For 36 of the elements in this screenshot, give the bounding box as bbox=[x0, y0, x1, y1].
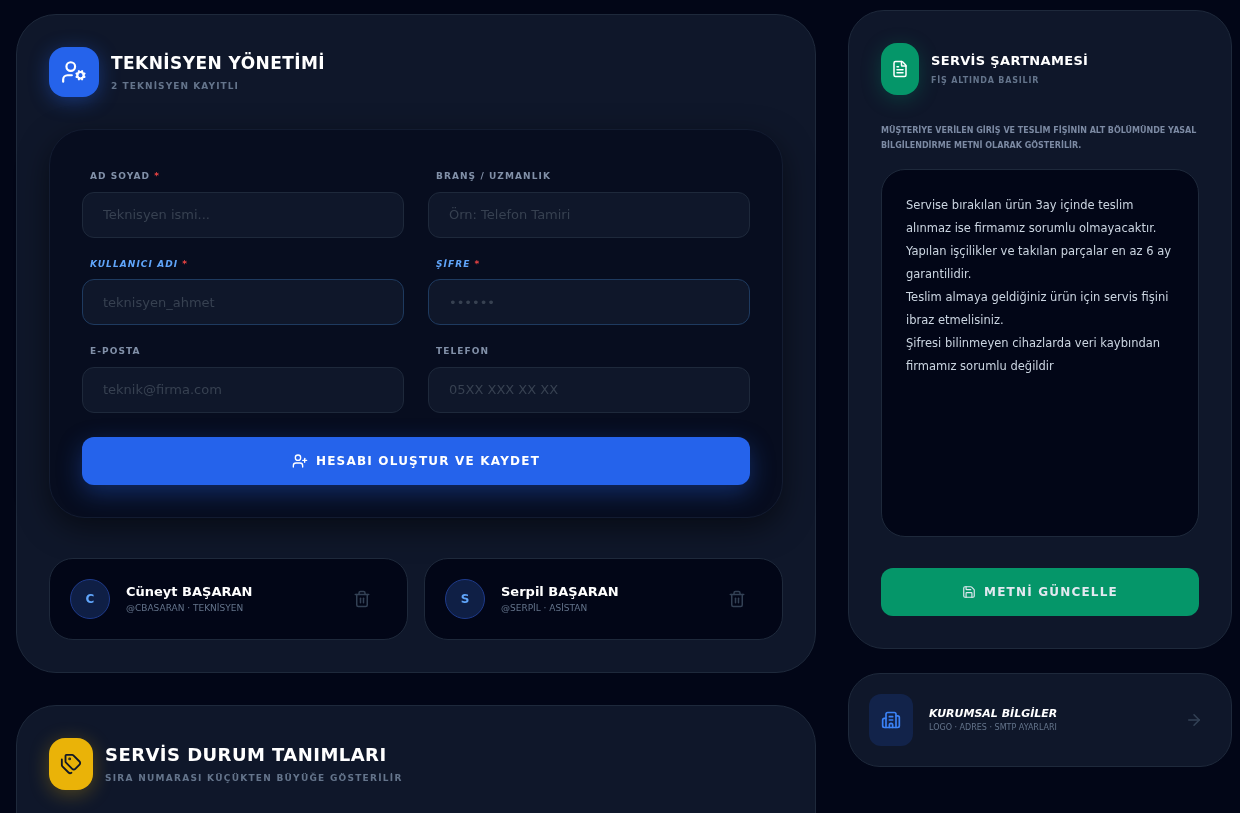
field-label: ŞİFRE bbox=[436, 257, 471, 271]
required-mark: * bbox=[182, 257, 188, 271]
field-label: TELEFON bbox=[436, 345, 490, 358]
trash-icon[interactable] bbox=[728, 589, 746, 608]
input-field[interactable]: •••••• bbox=[428, 279, 750, 325]
trash-icon[interactable] bbox=[353, 589, 371, 608]
technician-name: Serpil BAŞARAN bbox=[501, 583, 620, 601]
section-subtitle: 2 TEKNİSYEN KAYITLI bbox=[111, 80, 241, 93]
terms-description: MÜŞTERİYE VERİLEN GİRİŞ VE TESLİM FİŞİNİN ALT BÖLÜMÜNDE YASAL BİLGİLENDİRME METNİ OLARAK GÖSTERİLİR. bbox=[881, 124, 1198, 152]
section-title: TEKNİSYEN YÖNETİMİ bbox=[111, 51, 326, 75]
field-label: BRANŞ / UZMANLIK bbox=[436, 170, 551, 183]
company-info-link[interactable]: KURUMSAL BİLGİLER LOGO · ADRES · SMTP AYARLARI bbox=[848, 673, 1232, 767]
user-gear-icon bbox=[49, 47, 99, 97]
avatar: C bbox=[70, 578, 110, 619]
tags-icon bbox=[49, 737, 93, 790]
section-title: SERVİS DURUM TANIMLARI bbox=[105, 743, 388, 768]
terms-text-area[interactable]: Servise bırakılan ürün 3ay içinde teslim alınmaz ise firmamız sorumlu olmayacaktır. Yapılan işçilikler ve takılan parçalar en az 6 ay garantilidir. Teslim almaya geldiğiniz ürün için servis fişini ibraz etmelisiniz. Şifresi bilinmeyen cihazlarda veri kaybından firmamız sorumlu değildir bbox=[881, 169, 1199, 537]
technician-name: Cüneyt BAŞARAN bbox=[126, 583, 254, 601]
user-plus-icon bbox=[291, 452, 308, 469]
required-mark: * bbox=[154, 170, 160, 183]
technician-meta: @CBASARAN · TEKNİSYEN bbox=[126, 601, 245, 615]
required-mark: * bbox=[474, 257, 481, 271]
field-label: AD SOYAD bbox=[90, 170, 151, 183]
field-label: E-POSTA bbox=[90, 345, 141, 358]
section-subtitle: SIRA NUMARASI KÜÇÜKTEN BÜYÜĞE GÖSTERİLİR bbox=[105, 772, 403, 786]
arrow-right-icon bbox=[1185, 711, 1203, 729]
section-subtitle: FİŞ ALTINDA BASILIR bbox=[931, 74, 1041, 87]
avatar: S bbox=[445, 578, 485, 619]
create-account-button[interactable]: HESABI OLUŞTUR VE KAYDET bbox=[82, 436, 750, 485]
link-title: KURUMSAL BİLGİLER bbox=[929, 705, 1059, 722]
section-title: SERVİS ŞARTNAMESİ bbox=[931, 52, 1089, 71]
document-icon bbox=[881, 43, 919, 95]
link-subtitle: LOGO · ADRES · SMTP AYARLARI bbox=[929, 722, 1058, 735]
field-label: KULLANICI ADI bbox=[90, 257, 179, 271]
building-shield-icon bbox=[869, 694, 913, 746]
technician-meta: @SERPİL · ASİSTAN bbox=[501, 601, 589, 615]
